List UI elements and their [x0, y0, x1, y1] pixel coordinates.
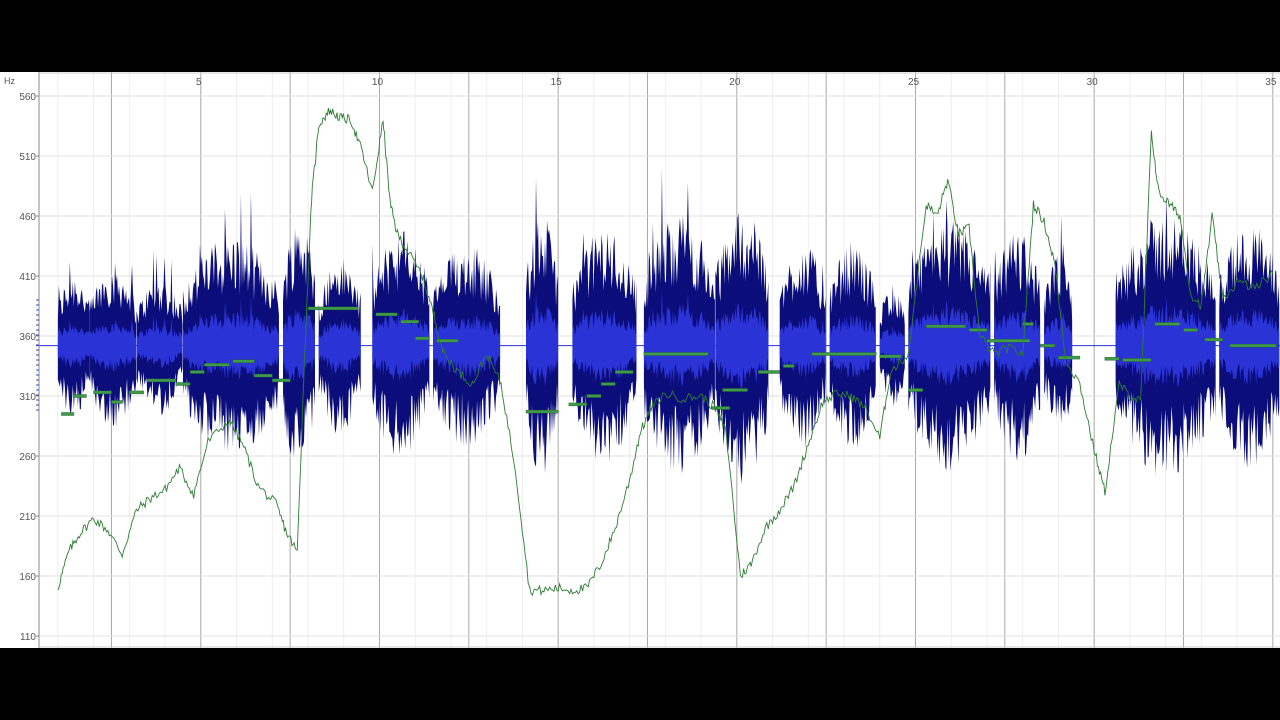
note-bar	[908, 388, 923, 392]
y-tick-label: 260	[19, 452, 36, 463]
note-bar	[643, 352, 709, 356]
note-bar	[600, 382, 616, 386]
note-bar	[1154, 322, 1181, 326]
note-bar	[147, 378, 176, 383]
y-tick-label: 160	[19, 572, 36, 583]
note-bar	[254, 373, 273, 378]
note-bar	[204, 363, 230, 367]
note-bar	[926, 324, 966, 329]
note-bar	[1058, 355, 1081, 360]
note-bar	[615, 370, 634, 374]
x-tick-label: 20	[729, 77, 741, 88]
x-tick-label: 10	[372, 77, 384, 88]
note-bar	[175, 382, 191, 386]
note-bar	[61, 412, 75, 416]
note-bar	[811, 352, 877, 356]
note-bar	[189, 370, 205, 374]
y-tick-label: 110	[20, 632, 36, 643]
note-bar	[111, 400, 123, 404]
note-bar	[1229, 343, 1277, 348]
note-bar	[879, 354, 902, 359]
y-unit-label: Hz	[4, 76, 15, 86]
x-tick-label: 15	[551, 77, 563, 88]
note-bar	[415, 336, 430, 341]
pitch-analyzer-view[interactable]: 5 10 15 20 25 30 35 110 160 210 260 310 360 410 460 51…	[0, 72, 1280, 648]
x-tick-label: 5	[196, 77, 202, 88]
note-bar	[568, 402, 587, 407]
note-bar	[586, 394, 602, 398]
y-tick-label: 560	[19, 92, 36, 103]
x-tick-label: 35	[1265, 77, 1277, 88]
note-bar	[400, 319, 419, 324]
note-bar	[232, 359, 255, 363]
note-bar	[73, 394, 87, 398]
y-tick-label: 410	[19, 272, 36, 283]
note-bar	[783, 364, 795, 368]
note-bar	[129, 390, 144, 395]
note-bar	[1104, 357, 1120, 361]
note-bar	[758, 370, 780, 374]
note-bar	[93, 390, 112, 395]
y-tick-label: 210	[19, 512, 36, 523]
x-tick-label: 30	[1087, 77, 1099, 88]
note-bar	[1122, 358, 1152, 362]
note-bar	[722, 388, 748, 392]
note-bar	[968, 328, 988, 332]
note-bar	[1204, 337, 1224, 342]
note-bar	[1040, 343, 1056, 348]
note-bar	[1183, 328, 1199, 332]
note-bar	[272, 378, 291, 383]
note-bar	[375, 312, 398, 317]
x-tick-label: 25	[908, 77, 920, 88]
y-tick-label: 360	[19, 332, 36, 343]
note-bar	[525, 409, 559, 414]
y-tick-label: 460	[19, 212, 36, 223]
pitch-waveform-chart[interactable]: 5 10 15 20 25 30 35 11016021026031036041046051…	[0, 72, 1280, 648]
y-tick-label: 510	[19, 152, 36, 163]
y-tick-label: 310	[19, 392, 36, 403]
note-bar	[307, 306, 359, 311]
